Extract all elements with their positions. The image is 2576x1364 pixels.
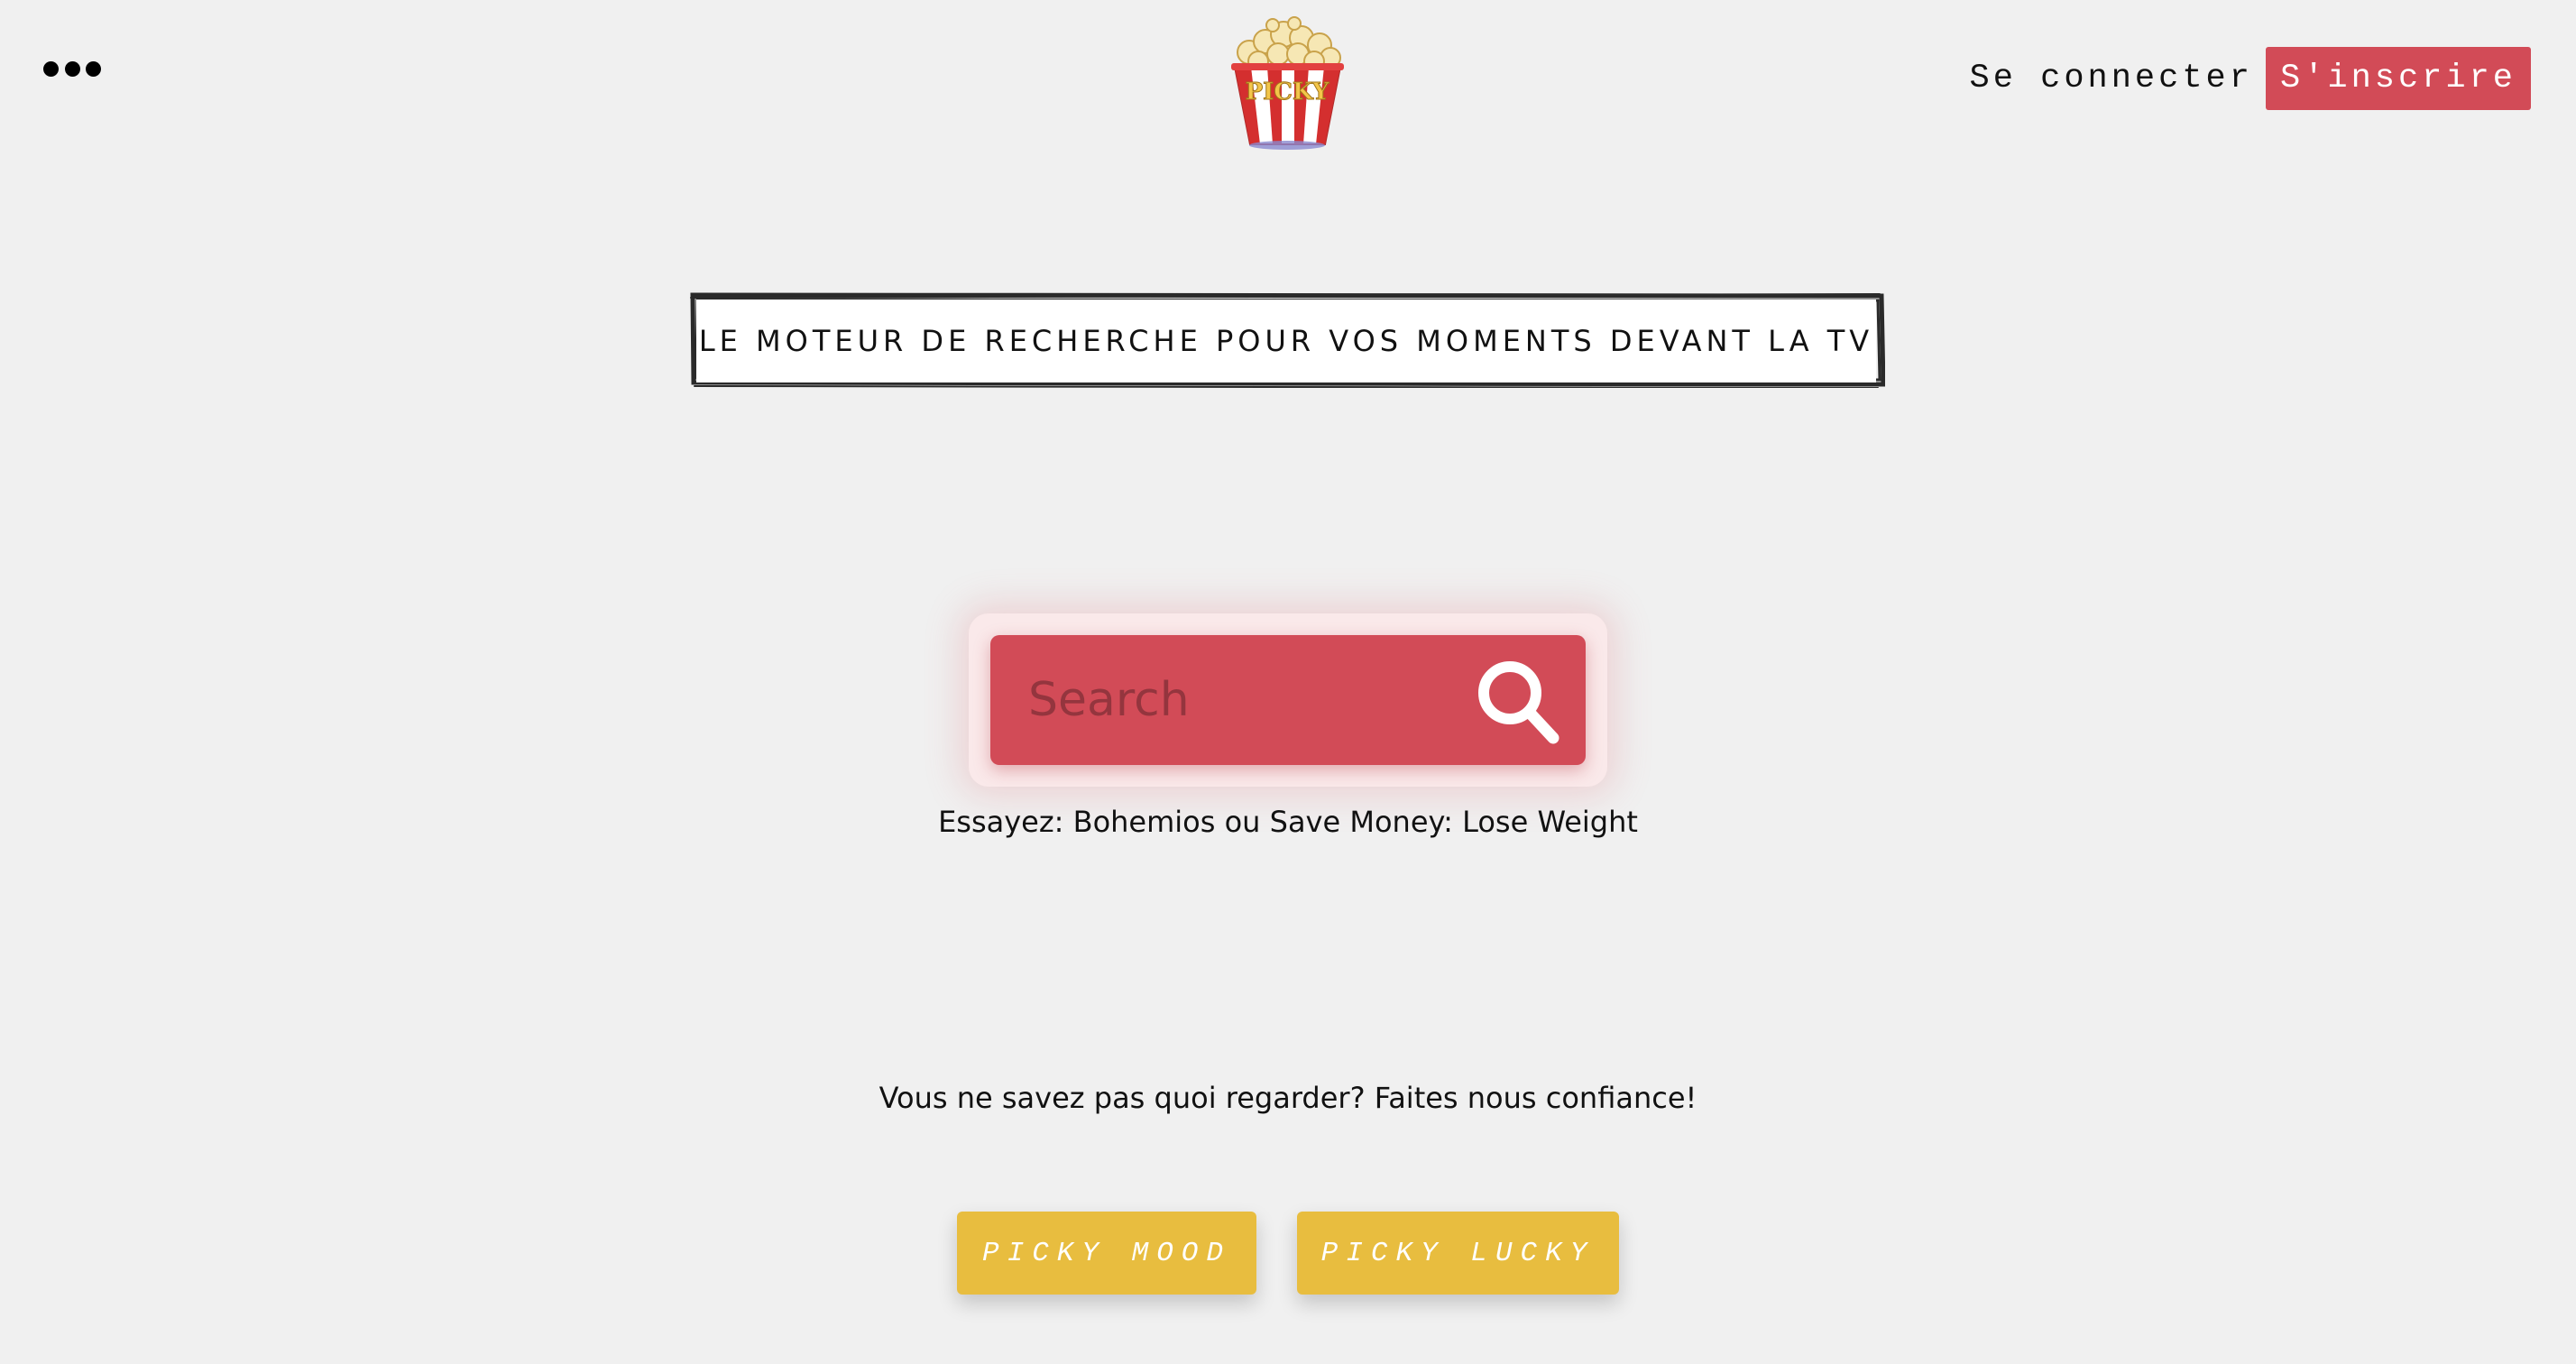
search-icon[interactable] (1474, 659, 1564, 749)
popcorn-bucket-icon: PICKY (1231, 16, 1344, 150)
tagline-box: LE MOTEUR DE RECHERCHE POUR VOS MOMENTS … (689, 292, 1885, 388)
signup-button[interactable]: S'inscrire (2265, 47, 2531, 110)
menu-dot (86, 60, 101, 77)
menu-dot (64, 60, 80, 77)
login-link[interactable]: Se connecter (1970, 60, 2253, 97)
search-box (990, 635, 1586, 765)
menu-icon[interactable] (43, 58, 101, 79)
picky-logo[interactable]: PICKY (1222, 16, 1353, 150)
search-suggestion: Essayez: Bohemios ou Save Money: Lose We… (938, 805, 1638, 839)
recommendation-prompt: Vous ne savez pas quoi regarder? Faites … (879, 1081, 1697, 1115)
search-input[interactable] (1028, 655, 1461, 745)
logo-text: PICKY (1246, 78, 1329, 106)
picky-mood-button[interactable]: PICKY MOOD (957, 1212, 1256, 1295)
tagline-text: LE MOTEUR DE RECHERCHE POUR VOS MOMENTS … (696, 300, 1876, 382)
auth-links: Se connecter S'inscrire (1970, 47, 2531, 110)
picky-lucky-button[interactable]: PICKY LUCKY (1297, 1212, 1619, 1295)
menu-dot (43, 60, 59, 77)
